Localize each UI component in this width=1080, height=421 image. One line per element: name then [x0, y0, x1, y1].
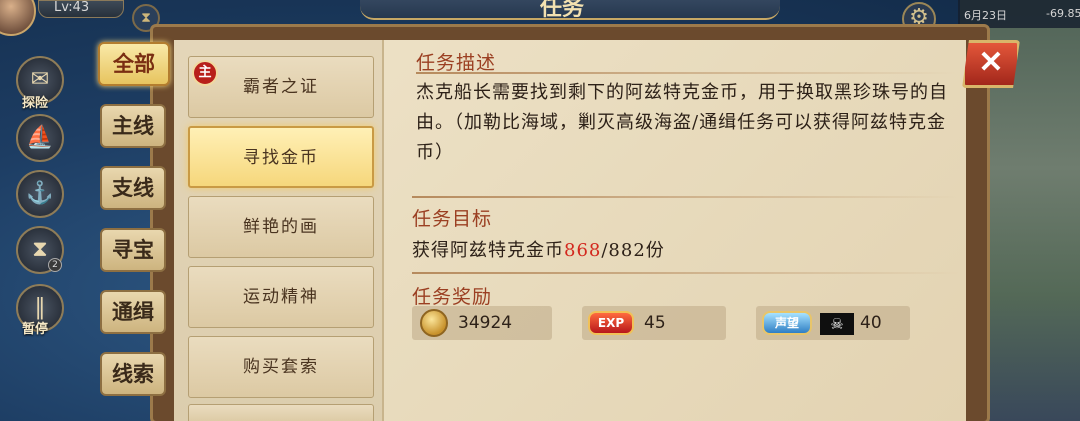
- quest-item[interactable]: 购买套索: [188, 336, 374, 398]
- coin-reward-value: 34924: [458, 313, 513, 333]
- player-level: Lv:43: [54, 0, 90, 15]
- goal-text: 获得阿兹特克金币868/882份: [412, 236, 665, 262]
- sidebar-label-explore: 探险: [22, 96, 49, 111]
- exp-icon: EXP: [588, 311, 634, 335]
- gold-coin-icon: [420, 309, 448, 337]
- close-button[interactable]: ✕: [962, 40, 1020, 88]
- goal-current: 868: [564, 240, 602, 261]
- sidebar-label-pause: 暂停: [22, 322, 49, 337]
- reward-title: 任务奖励: [412, 286, 493, 308]
- coordinate-readout: -69.85: [1046, 7, 1080, 20]
- description-text: 杰克船长需要找到剩下的阿兹特克金币，用于换取黑珍珠号的自由。（加勒比海域，剿灭高…: [416, 82, 948, 163]
- goal-title: 任务目标: [412, 208, 493, 230]
- main-quest-badge: 主: [192, 60, 218, 86]
- close-icon: ✕: [978, 45, 1004, 80]
- reputation-reward-value: 40: [860, 313, 882, 333]
- tab-treasure[interactable]: 寻宝: [100, 228, 166, 272]
- description-divider: [416, 72, 956, 74]
- reputation-icon: 声望: [762, 311, 812, 335]
- quest-item-partial[interactable]: [188, 404, 374, 421]
- hourglass-badge: 2: [48, 258, 62, 272]
- pirate-flag-icon: ☠: [820, 313, 854, 335]
- tab-side[interactable]: 支线: [100, 166, 166, 210]
- tab-all[interactable]: 全部: [98, 42, 170, 86]
- description-title: 任务描述: [416, 52, 497, 74]
- section-divider: [412, 272, 960, 274]
- ship-icon[interactable]: ⛵: [16, 114, 64, 162]
- game-date: 6月23日: [964, 9, 1007, 22]
- exp-reward-value: 45: [644, 313, 666, 333]
- goal-prefix: 获得阿兹特克金币: [412, 240, 564, 261]
- quest-item[interactable]: 运动精神: [188, 266, 374, 328]
- tab-wanted[interactable]: 通缉: [100, 290, 166, 334]
- tab-main[interactable]: 主线: [100, 104, 166, 148]
- page-title: 任务: [540, 0, 585, 21]
- quest-item-selected[interactable]: 寻找金币: [188, 126, 374, 188]
- anchor-icon[interactable]: ⚓: [16, 170, 64, 218]
- tab-clues[interactable]: 线索: [100, 352, 166, 396]
- quest-item[interactable]: 鲜艳的画: [188, 196, 374, 258]
- section-divider: [412, 196, 960, 198]
- goal-suffix: /882份: [601, 240, 665, 261]
